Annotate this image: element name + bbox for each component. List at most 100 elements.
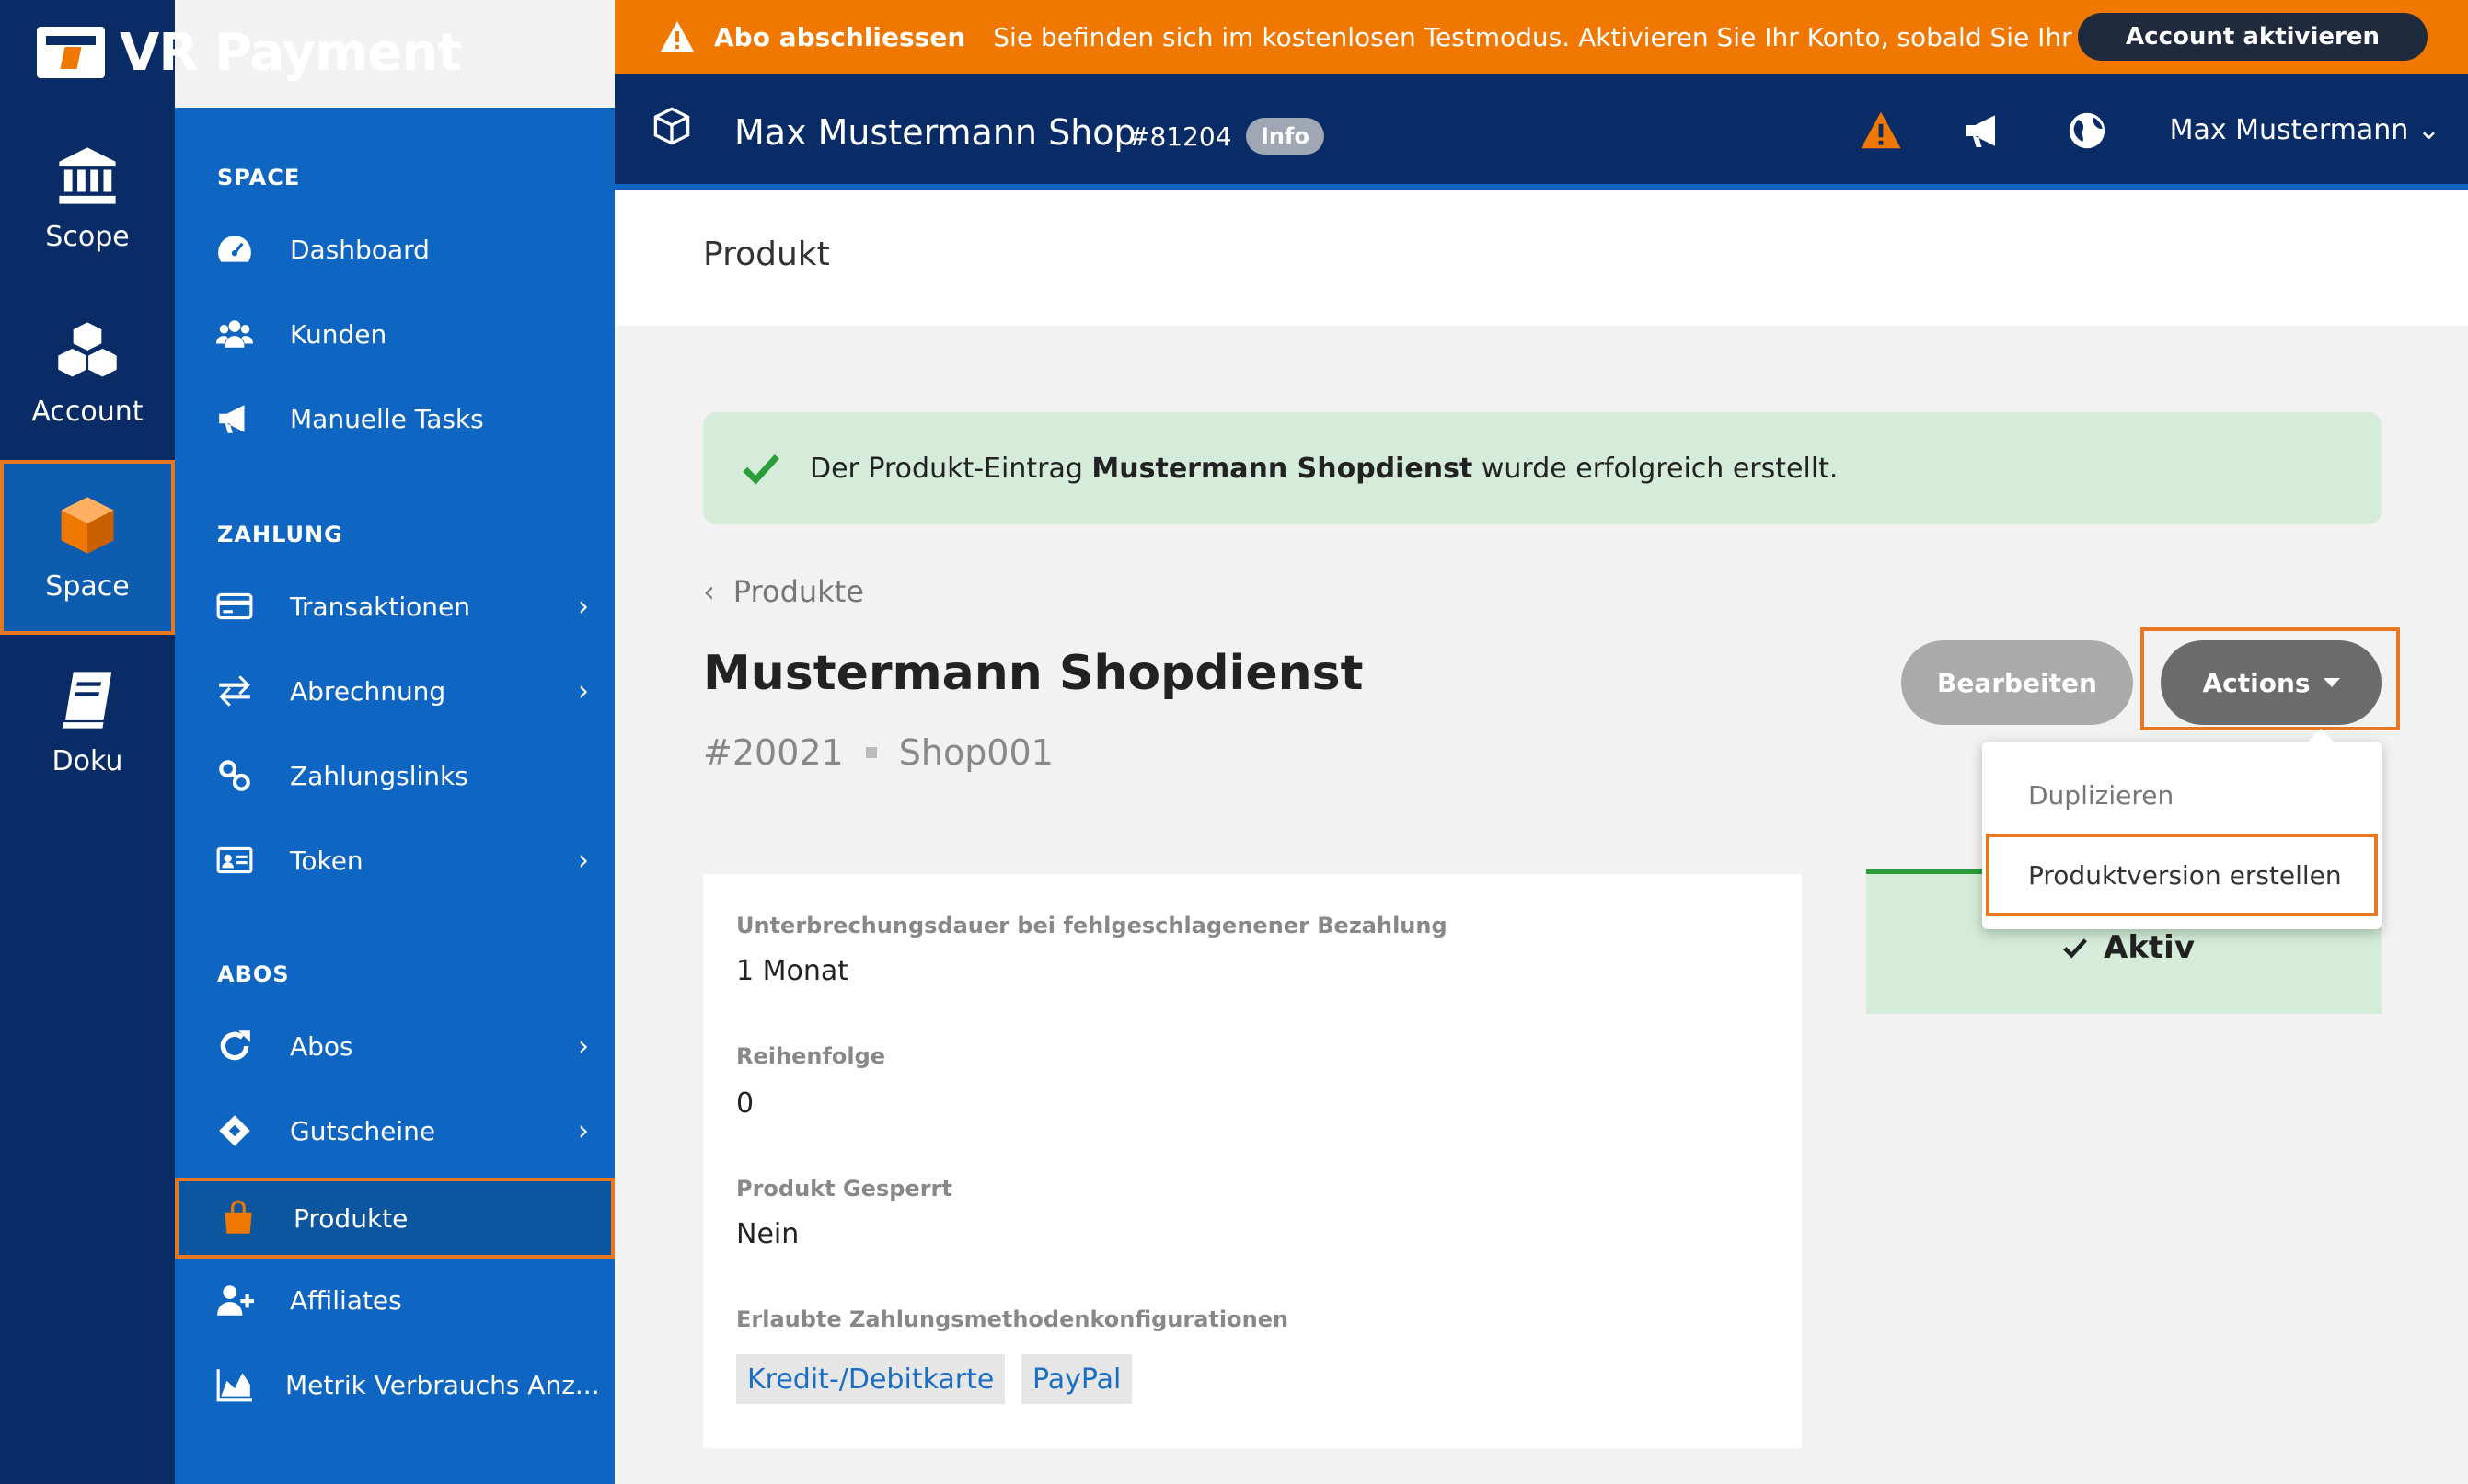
id-card-icon xyxy=(213,839,256,881)
globe-icon[interactable] xyxy=(2065,109,2109,153)
rail-item-label: Space xyxy=(45,569,130,603)
detail-label: Produkt Gesperrt xyxy=(736,1176,952,1202)
warning-icon xyxy=(661,21,694,52)
page-header: Produkt xyxy=(615,190,2468,326)
cube-icon xyxy=(61,496,114,554)
separator-dot xyxy=(865,747,877,758)
detail-label: Reihenfolge xyxy=(736,1043,886,1069)
warning-icon[interactable] xyxy=(1859,109,1903,153)
actions-button-label: Actions xyxy=(2202,667,2311,698)
product-title: Mustermann Shopdienst xyxy=(703,646,1364,701)
banner-title[interactable]: Abo abschliessen xyxy=(714,22,965,52)
rail-item-label: Scope xyxy=(45,220,130,253)
sidebar-item-token[interactable]: Token › xyxy=(175,820,615,901)
sidebar-item-label: Kunden xyxy=(290,318,387,350)
sidebar-section-zahlung: ZAHLUNG xyxy=(217,522,343,547)
sidebar-item-produkte[interactable]: Produkte xyxy=(175,1178,615,1259)
cubes-icon xyxy=(58,321,117,376)
details-panel: Unterbrechungsdauer bei fehlgeschlagenen… xyxy=(703,874,1802,1448)
sidebar-item-dashboard[interactable]: Dashboard xyxy=(175,209,615,290)
rail-item-space[interactable]: Space xyxy=(0,460,175,635)
rail-item-doku[interactable]: Doku xyxy=(0,635,175,810)
exchange-icon xyxy=(213,670,256,712)
sidebar-item-label: Token xyxy=(290,845,363,876)
primary-rail: VR Payment Scope Account Space Doku xyxy=(0,0,462,1484)
alert-product-name: Mustermann Shopdienst xyxy=(1091,452,1473,485)
trial-banner: Abo abschliessen Sie befinden sich im ko… xyxy=(615,0,2468,74)
rail-item-label: Account xyxy=(31,395,144,428)
sidebar-item-gutscheine[interactable]: Gutscheine › xyxy=(175,1090,615,1171)
sidebar: SPACE Dashboard Kunden Manuelle Tasks ZA… xyxy=(175,108,615,1484)
sidebar-item-label: Dashboard xyxy=(290,234,430,265)
megaphone-icon xyxy=(213,397,256,440)
sidebar-item-affiliates[interactable]: Affiliates xyxy=(175,1260,615,1340)
sidebar-item-label: Gutscheine xyxy=(290,1115,436,1146)
menu-item-duplicate[interactable]: Duplizieren xyxy=(2028,780,2174,811)
brand-name: VR Payment xyxy=(120,22,462,83)
alert-prefix: Der Produkt-Eintrag xyxy=(810,452,1092,485)
edit-button[interactable]: Bearbeiten xyxy=(1901,640,2133,725)
rail-item-scope[interactable]: Scope xyxy=(0,110,175,285)
chevron-down-icon: ⌄ xyxy=(2416,114,2440,146)
sidebar-item-label: Affiliates xyxy=(290,1284,402,1316)
dashboard-icon xyxy=(213,228,256,270)
shop-id: #81204 xyxy=(1128,121,1232,152)
product-reference: Shop001 xyxy=(898,732,1054,773)
brand-logo-mark xyxy=(37,27,105,78)
payment-method-chip[interactable]: Kredit-/Debitkarte xyxy=(736,1354,1006,1404)
chevron-left-icon: ‹ xyxy=(703,574,715,609)
activate-account-button[interactable]: Account aktivieren xyxy=(2078,13,2428,61)
sidebar-section-abos: ABOS xyxy=(217,961,290,987)
chevron-right-icon: › xyxy=(578,1030,589,1063)
banner-message: Sie befinden sich im kostenlosen Testmod… xyxy=(993,21,2126,52)
product-subtitle: #20021 Shop001 xyxy=(703,732,1054,773)
sidebar-item-label: Zahlungslinks xyxy=(290,760,468,791)
actions-button[interactable]: Actions xyxy=(2161,640,2382,725)
detail-value: Nein xyxy=(736,1218,800,1250)
check-icon xyxy=(2063,938,2087,959)
sidebar-item-metrik[interactable]: Metrik Verbrauchs Anz... xyxy=(175,1344,615,1425)
alert-suffix: wurde erfolgreich erstellt. xyxy=(1472,452,1839,485)
detail-value: 0 xyxy=(736,1087,755,1120)
area-chart-icon xyxy=(213,1363,256,1406)
chevron-right-icon: › xyxy=(578,1114,589,1147)
sidebar-item-zahlungslinks[interactable]: Zahlungslinks xyxy=(175,735,615,816)
back-link[interactable]: ‹ Produkte xyxy=(703,574,864,609)
check-icon xyxy=(743,454,779,485)
ticket-icon xyxy=(213,1110,256,1152)
shopping-bag-icon xyxy=(217,1197,259,1239)
actions-dropdown: Duplizieren Produktversion erstellen xyxy=(1982,729,2382,929)
sidebar-item-manuelle-tasks[interactable]: Manuelle Tasks xyxy=(175,378,615,459)
refresh-icon xyxy=(213,1025,256,1067)
alert-text: Der Produkt-Eintrag Mustermann Shopdiens… xyxy=(810,453,1838,485)
chevron-right-icon: › xyxy=(578,844,589,877)
sidebar-item-transaktionen[interactable]: Transaktionen › xyxy=(175,566,615,647)
user-name: Max Mustermann xyxy=(2169,114,2409,146)
sidebar-item-label: Transaktionen xyxy=(290,591,470,622)
chevron-right-icon: › xyxy=(578,674,589,707)
info-badge[interactable]: Info xyxy=(1246,118,1324,155)
status-text: Aktiv xyxy=(2104,929,2195,966)
success-alert: Der Produkt-Eintrag Mustermann Shopdiens… xyxy=(703,412,2382,524)
sidebar-item-label: Produkte xyxy=(294,1202,409,1234)
sidebar-item-abos[interactable]: Abos › xyxy=(175,1006,615,1087)
caret-down-icon xyxy=(2323,678,2340,687)
status-label: Aktiv xyxy=(2061,929,2195,966)
sidebar-item-abrechnung[interactable]: Abrechnung › xyxy=(175,650,615,731)
sidebar-item-kunden[interactable]: Kunden xyxy=(175,293,615,374)
rail-item-label: Doku xyxy=(52,744,123,777)
sidebar-section-space: SPACE xyxy=(217,165,301,190)
payment-method-chip[interactable]: PayPal xyxy=(1021,1354,1133,1404)
detail-value: 1 Monat xyxy=(736,955,849,987)
shop-name[interactable]: Max Mustermann Shop xyxy=(734,112,1136,153)
rail-item-account[interactable]: Account xyxy=(0,285,175,460)
menu-item-create-version[interactable]: Produktversion erstellen xyxy=(1986,834,2378,916)
brand-logo[interactable]: VR Payment xyxy=(37,20,462,85)
chevron-right-icon: › xyxy=(578,590,589,623)
back-link-label: Produkte xyxy=(732,574,864,609)
sidebar-item-label: Manuelle Tasks xyxy=(290,403,484,434)
users-icon xyxy=(213,313,256,355)
megaphone-icon[interactable] xyxy=(1962,109,2006,153)
user-menu[interactable]: Max Mustermann ⌄ xyxy=(2170,114,2440,146)
cube-icon xyxy=(653,107,690,145)
